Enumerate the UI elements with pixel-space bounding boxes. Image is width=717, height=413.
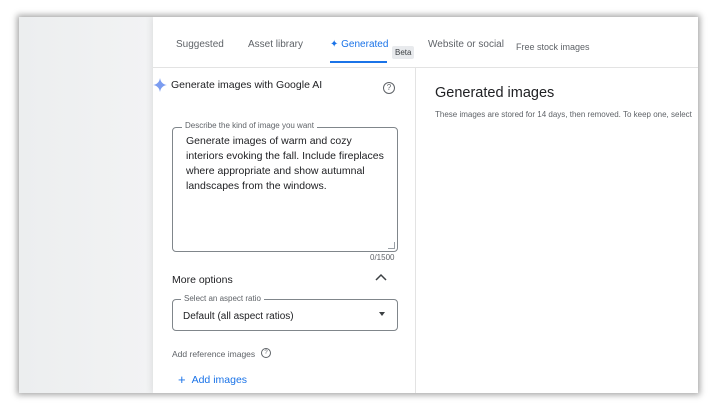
reference-help-icon[interactable]: ? [261, 348, 271, 358]
help-icon[interactable]: ? [383, 82, 395, 94]
aspect-ratio-value: Default (all aspect ratios) [183, 311, 294, 322]
generator-panel: Generate images with Google AI ? Describ… [153, 67, 416, 393]
plus-icon: + [178, 372, 186, 387]
prompt-text[interactable]: Generate images of warm and cozy interio… [186, 134, 386, 194]
results-panel: Generated images These images are stored… [416, 67, 698, 393]
active-tab-indicator [330, 61, 387, 63]
aspect-ratio-label: Select an aspect ratio [181, 294, 264, 303]
aspect-ratio-select[interactable]: Select an aspect ratio Default (all aspe… [172, 294, 398, 331]
results-title: Generated images [435, 85, 555, 101]
chevron-up-icon[interactable] [375, 273, 387, 281]
add-images-label: Add images [191, 374, 248, 386]
add-images-button[interactable]: + Add images [178, 371, 248, 387]
tab-website-or-social[interactable]: Website or social [428, 39, 504, 50]
more-options-label[interactable]: More options [172, 274, 233, 286]
sparkle-icon [153, 78, 167, 92]
generator-header: Generate images with Google AI [153, 78, 323, 92]
prompt-textarea[interactable]: Describe the kind of image you want Gene… [172, 121, 398, 252]
beta-badge: Beta [392, 46, 415, 59]
tab-generated[interactable]: ✦ Generated [330, 39, 388, 50]
tab-bar: Suggested Asset library ✦ Generated Beta… [153, 17, 698, 68]
character-counter: 0/1500 [370, 253, 395, 262]
prompt-label: Describe the kind of image you want [182, 121, 317, 130]
tab-asset-library[interactable]: Asset library [248, 39, 303, 50]
dropdown-arrow-icon[interactable] [379, 312, 385, 316]
tab-free-stock-images[interactable]: Free stock images [516, 42, 590, 52]
reference-images-label: Add reference images [172, 349, 256, 359]
results-subtitle: These images are stored for 14 days, the… [435, 110, 692, 119]
screenshot-frame: Suggested Asset library ✦ Generated Beta… [19, 17, 698, 393]
resize-handle-icon[interactable] [388, 242, 395, 249]
background-panel [19, 17, 153, 393]
image-picker-dialog: Suggested Asset library ✦ Generated Beta… [153, 17, 698, 393]
generator-title: Generate images with Google AI [171, 79, 323, 91]
tab-suggested[interactable]: Suggested [176, 39, 224, 50]
